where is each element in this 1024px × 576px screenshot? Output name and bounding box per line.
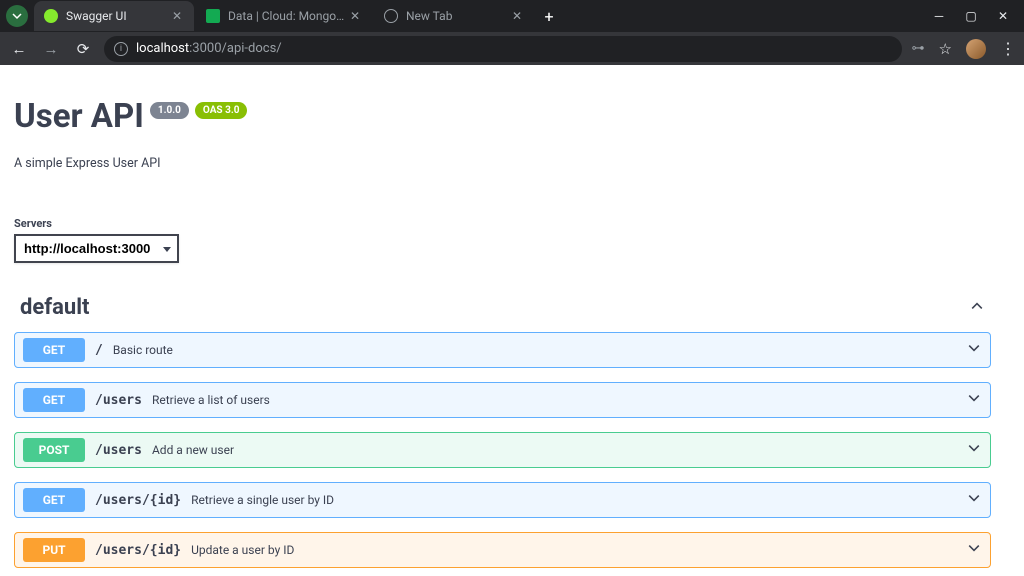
reload-button[interactable]: ⟳ (72, 38, 94, 60)
operation-path: / (95, 343, 103, 358)
operations-list: GET / Basic route GET/users Retrieve a list … (14, 328, 991, 576)
servers-select[interactable]: http://localhost:3000 (14, 234, 179, 263)
forward-button[interactable]: → (40, 38, 62, 60)
servers-label: Servers (14, 217, 991, 230)
tabs-search-button[interactable] (6, 5, 28, 27)
operation-summary: Retrieve a single user by ID (191, 493, 334, 507)
operation-path: /users (95, 443, 142, 458)
method-badge: GET (23, 488, 85, 512)
operation-path: /users/{id} (95, 543, 181, 558)
close-tab-icon[interactable]: ✕ (170, 9, 184, 23)
chevron-down-icon (966, 490, 982, 510)
browser-chrome: Swagger UI ✕ Data | Cloud: MongoDB Cloud… (0, 0, 1024, 65)
method-badge: GET (23, 388, 85, 412)
tab-bar: Swagger UI ✕ Data | Cloud: MongoDB Cloud… (0, 0, 1024, 32)
api-title: User API (14, 97, 144, 136)
chevron-down-icon (966, 390, 982, 410)
close-window-button[interactable]: ✕ (996, 9, 1010, 23)
url-host: localhost (136, 41, 189, 56)
oas-badge: OAS 3.0 (195, 102, 248, 119)
url-path: :3000/api-docs/ (189, 41, 282, 56)
operation-path: /users/{id} (95, 493, 181, 508)
page-body: User API 1.0.0 OAS 3.0 A simple Express … (0, 65, 1005, 576)
chrome-menu-button[interactable]: ⋮ (1000, 39, 1016, 58)
servers-section: Servers http://localhost:3000 (14, 217, 991, 263)
toolbar-right: ⊶ ☆ ⋮ (912, 39, 1016, 59)
tab-swagger-ui[interactable]: Swagger UI ✕ (34, 1, 194, 31)
operation-summary: Basic route (113, 343, 173, 357)
window-controls: ─ ▢ ✕ (932, 9, 1024, 23)
version-badge: 1.0.0 (150, 102, 189, 119)
globe-favicon (384, 9, 398, 23)
method-badge: GET (23, 338, 85, 362)
tab-label: New Tab (406, 9, 452, 23)
tag-section-default: default GET / Basic route GET/users Retrieve… (14, 289, 991, 576)
method-badge: PUT (23, 538, 85, 562)
operation-get-3[interactable]: GET/users/{id} Retrieve a single user by … (14, 482, 991, 518)
tab-mongodb[interactable]: Data | Cloud: MongoDB Cloud ✕ (196, 1, 372, 31)
back-button[interactable]: ← (8, 38, 30, 60)
tab-new[interactable]: New Tab ✕ (374, 1, 534, 31)
operation-get-1[interactable]: GET/users Retrieve a list of users (14, 382, 991, 418)
bookmark-icon[interactable]: ☆ (939, 40, 952, 58)
operation-get-0[interactable]: GET / Basic route (14, 332, 991, 368)
operation-put-4[interactable]: PUT/users/{id} Update a user by ID (14, 532, 991, 568)
swagger-favicon (44, 9, 58, 23)
site-info-icon[interactable]: i (114, 42, 128, 56)
new-tab-button[interactable]: + (536, 3, 562, 29)
close-tab-icon[interactable]: ✕ (348, 9, 362, 23)
chevron-down-icon (966, 440, 982, 460)
mongo-favicon (206, 9, 220, 23)
url-input[interactable]: i localhost:3000/api-docs/ (104, 36, 902, 62)
passwords-icon[interactable]: ⊶ (912, 41, 925, 56)
operation-summary: Update a user by ID (191, 543, 294, 557)
operation-path: /users (95, 393, 142, 408)
chevron-down-icon (966, 340, 982, 360)
maximize-button[interactable]: ▢ (964, 9, 978, 23)
profile-avatar[interactable] (966, 39, 986, 59)
close-tab-icon[interactable]: ✕ (510, 9, 524, 23)
operation-post-2[interactable]: POST/users Add a new user (14, 432, 991, 468)
tag-header[interactable]: default (14, 289, 991, 328)
tab-label: Data | Cloud: MongoDB Cloud (228, 9, 348, 23)
tab-label: Swagger UI (66, 9, 127, 23)
operation-summary: Add a new user (152, 443, 234, 457)
api-description: A simple Express User API (14, 156, 991, 171)
api-header: User API 1.0.0 OAS 3.0 (14, 97, 991, 136)
address-bar: ← → ⟳ i localhost:3000/api-docs/ ⊶ ☆ ⋮ (0, 32, 1024, 65)
minimize-button[interactable]: ─ (932, 9, 946, 23)
chevron-down-icon (966, 540, 982, 560)
operation-summary: Retrieve a list of users (152, 393, 270, 407)
tag-name: default (20, 295, 90, 320)
collapse-icon (969, 298, 985, 318)
method-badge: POST (23, 438, 85, 462)
